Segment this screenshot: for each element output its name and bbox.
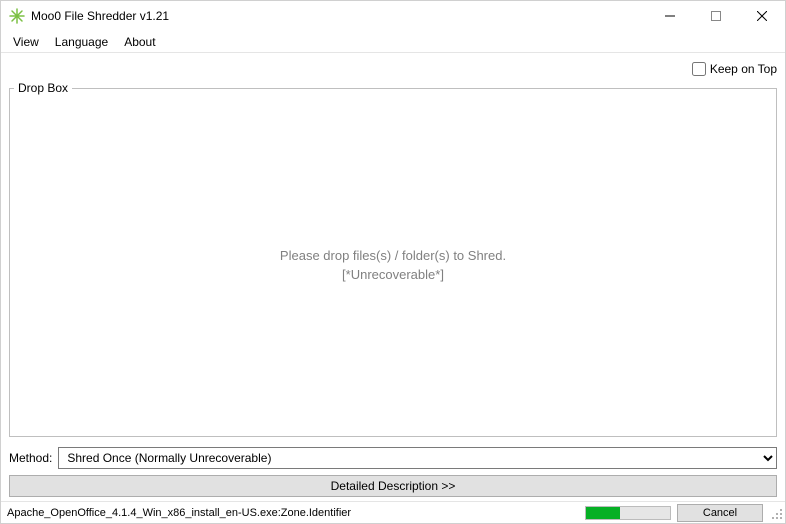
method-row: Method: Shred Once (Normally Unrecoverab… xyxy=(9,447,777,469)
keep-on-top-checkbox[interactable] xyxy=(692,62,706,76)
resize-grip[interactable] xyxy=(769,506,783,520)
method-label: Method: xyxy=(9,451,52,465)
status-text: Apache_OpenOffice_4.1.4_Win_x86_install_… xyxy=(7,507,579,519)
menu-language[interactable]: Language xyxy=(47,33,116,51)
drop-box[interactable]: Drop Box Please drop files(s) / folder(s… xyxy=(9,81,777,437)
keep-on-top-text: Keep on Top xyxy=(710,62,777,76)
window-title: Moo0 File Shredder v1.21 xyxy=(31,9,169,23)
menu-view[interactable]: View xyxy=(5,33,47,51)
drop-box-line2: [*Unrecoverable*] xyxy=(342,266,444,284)
close-button[interactable] xyxy=(739,1,785,31)
drop-box-inner: Please drop files(s) / folder(s) to Shre… xyxy=(14,99,772,432)
progress-bar xyxy=(585,506,671,520)
cancel-button[interactable]: Cancel xyxy=(677,504,763,522)
progress-fill xyxy=(586,507,620,519)
menubar: View Language About xyxy=(1,31,785,53)
minimize-button[interactable] xyxy=(647,1,693,31)
titlebar[interactable]: Moo0 File Shredder v1.21 xyxy=(1,1,785,31)
drop-box-legend: Drop Box xyxy=(14,81,72,95)
client-area: Keep on Top Drop Box Please drop files(s… xyxy=(1,53,785,501)
keep-on-top-label[interactable]: Keep on Top xyxy=(692,62,777,76)
menu-about[interactable]: About xyxy=(116,33,163,51)
detailed-description-button[interactable]: Detailed Description >> xyxy=(9,475,777,497)
statusbar: Apache_OpenOffice_4.1.4_Win_x86_install_… xyxy=(1,501,785,523)
maximize-button[interactable] xyxy=(693,1,739,31)
app-window: Moo0 File Shredder v1.21 View Language A… xyxy=(0,0,786,524)
app-icon xyxy=(9,8,25,24)
drop-box-line1: Please drop files(s) / folder(s) to Shre… xyxy=(280,247,506,265)
method-select[interactable]: Shred Once (Normally Unrecoverable) xyxy=(58,447,777,469)
keep-on-top-row: Keep on Top xyxy=(9,59,777,79)
